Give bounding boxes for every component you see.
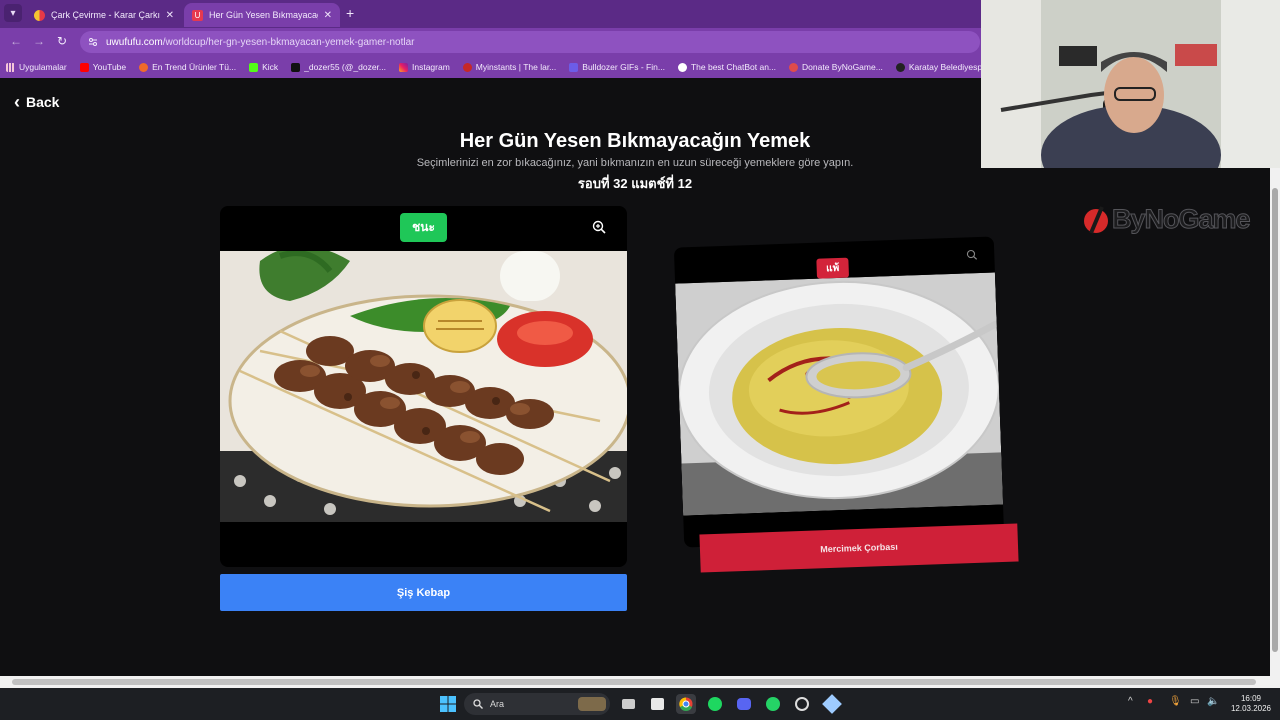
tiktok-icon <box>291 62 301 72</box>
cark-favicon-icon <box>34 9 45 21</box>
bynogame-logo: ByNoGame <box>1082 204 1252 235</box>
site-settings-icon[interactable] <box>88 37 98 47</box>
address-bar[interactable]: uwufufu.com/worldcup/her-gn-yesen-bkmaya… <box>80 31 980 53</box>
taskbar-search[interactable]: Ara <box>464 693 610 715</box>
karatay-icon <box>895 62 905 72</box>
bookmark-bynogame[interactable]: Donate ByNoGame... <box>789 62 883 72</box>
winner-card[interactable]: ชนะ <box>220 206 627 567</box>
task-view-icon[interactable] <box>618 694 638 714</box>
webcam-overlay <box>981 0 1280 168</box>
back-arrow-icon[interactable]: ← <box>10 34 22 48</box>
app-icon[interactable] <box>822 694 842 714</box>
apps-grid-icon <box>6 62 15 72</box>
tray-app-icon[interactable]: ● <box>1147 696 1153 707</box>
back-label: Back <box>26 94 60 110</box>
chevron-up-icon[interactable]: ^ <box>1128 696 1133 707</box>
search-icon <box>473 699 483 709</box>
loser-card[interactable]: แพ้ <box>673 236 1005 548</box>
chevron-left-icon: ‹ <box>14 92 20 112</box>
back-button[interactable]: ‹ Back <box>14 92 60 112</box>
bookmark-tiktok[interactable]: _dozer55 (@_dozer... <box>291 62 386 72</box>
instagram-icon <box>399 62 408 72</box>
url-host: uwufufu.com <box>106 36 163 48</box>
bynogame-logo-icon <box>1084 205 1108 234</box>
microsoft-store-icon[interactable] <box>647 694 667 714</box>
openai-icon <box>677 62 687 72</box>
tab-title: Çark Çevirme - Karar Çarkı! <box>51 10 160 20</box>
bookmark-chatbot[interactable]: The best ChatBot an... <box>677 62 776 72</box>
tab-title: Her Gün Yesen Bıkmayacağın Ye <box>209 10 318 20</box>
zoom-icon[interactable] <box>966 249 978 260</box>
uwufufu-favicon-icon: U <box>192 9 203 21</box>
bookmark-instagram[interactable]: Instagram <box>399 62 450 72</box>
new-tab-icon[interactable]: + <box>346 5 354 21</box>
taskbar-clock[interactable]: 16:09 12.03.2026 <box>1226 694 1276 714</box>
url-path: /worldcup/her-gn-yesen-bkmayacan-yemek-g… <box>162 36 415 48</box>
spotify-icon[interactable] <box>705 694 725 714</box>
reload-icon[interactable]: ↻ <box>57 34 67 48</box>
clock-time: 16:09 <box>1240 694 1262 703</box>
bookmark-kick[interactable]: Kick <box>249 62 278 72</box>
close-icon[interactable]: ✕ <box>166 10 174 21</box>
search-highlight-icon <box>578 697 606 711</box>
kick-icon <box>249 62 259 72</box>
close-icon[interactable]: ✕ <box>324 10 332 21</box>
round-indicator: รอบที่ 32 แมตช์ที่ 12 <box>577 176 693 191</box>
trend-icon <box>139 62 149 72</box>
myinstants-icon <box>462 62 472 72</box>
network-icon[interactable]: ▭ <box>1190 696 1199 707</box>
bookmark-youtube[interactable]: YouTube <box>79 62 126 72</box>
winner-badge: ชนะ <box>400 213 447 242</box>
tab-uwufufu[interactable]: U Her Gün Yesen Bıkmayacağın Ye ✕ <box>184 3 340 27</box>
youtube-icon <box>79 62 89 72</box>
volume-icon[interactable]: 🔈 <box>1207 696 1219 707</box>
bookmark-myinstants[interactable]: Myinstants | The lar... <box>462 62 556 72</box>
bookmark-bulldozer[interactable]: Bulldozer GIFs - Fin... <box>569 62 665 72</box>
windows-start-icon[interactable] <box>438 694 458 714</box>
page-content: ‹ Back Her Gün Yesen Bıkmayacağın Yemek … <box>0 80 1270 676</box>
bynogame-icon <box>789 62 799 72</box>
tab-search-menu-icon[interactable]: ▾ <box>4 4 22 22</box>
vertical-scrollbar[interactable] <box>1270 168 1280 676</box>
search-placeholder: Ara <box>490 699 505 709</box>
giphy-icon <box>569 62 579 72</box>
bookmark-trend[interactable]: En Trend Ürünler Tü... <box>139 62 236 72</box>
clock-date: 12.03.2026 <box>1230 704 1272 713</box>
webcam-feed <box>981 0 1280 168</box>
tab-cark-cevirme[interactable]: Çark Çevirme - Karar Çarkı! ✕ <box>26 3 182 27</box>
microphone-icon[interactable]: 🎙 <box>1169 696 1182 707</box>
bookmark-apps[interactable]: Uygulamalar <box>6 62 67 72</box>
scrollbar-thumb[interactable] <box>12 679 1256 685</box>
mercimek-corbasi-image <box>675 272 1004 516</box>
obs-icon[interactable] <box>792 694 812 714</box>
scrollbar-thumb[interactable] <box>1272 188 1278 652</box>
loser-badge: แพ้ <box>816 257 850 279</box>
discord-icon[interactable] <box>734 694 754 714</box>
logo-text: ByNoGame <box>1112 204 1252 235</box>
forward-arrow-icon[interactable]: → <box>33 34 45 48</box>
horizontal-scrollbar[interactable] <box>0 676 1280 688</box>
zoom-icon[interactable] <box>592 220 606 234</box>
winner-name-button[interactable]: Şiş Kebap <box>220 574 627 611</box>
whatsapp-icon[interactable] <box>763 694 783 714</box>
bookmark-karatay[interactable]: Karatay Belediyespo... <box>895 62 994 72</box>
windows-taskbar: Ara ^ ● 🎙 ▭ 🔈 16:09 12.03.2026 <box>0 688 1280 720</box>
chrome-icon[interactable] <box>676 694 696 714</box>
sis-kebap-image <box>220 251 627 522</box>
